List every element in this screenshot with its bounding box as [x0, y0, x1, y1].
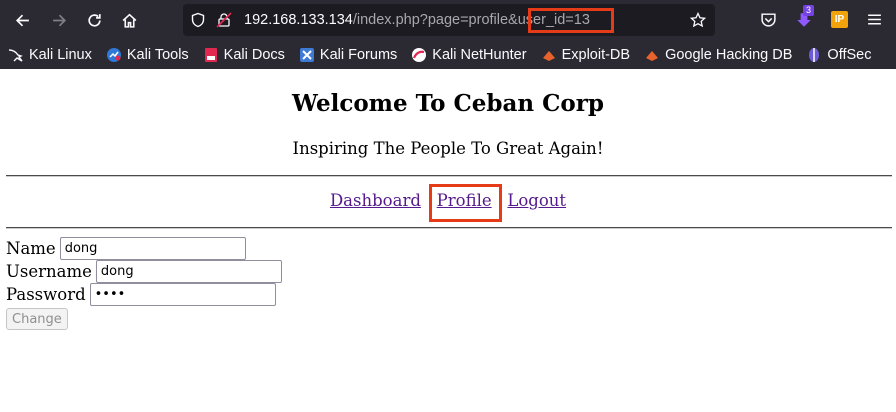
url-path: /index.php?page=profile&: [352, 12, 518, 28]
url-bar[interactable]: 192.168.133.134/index.php?page=profile&u…: [183, 4, 715, 36]
ghdb-icon: [644, 47, 660, 63]
bookmark-kali-linux[interactable]: Kali Linux: [8, 47, 92, 63]
pocket-icon[interactable]: [760, 11, 777, 28]
bookmark-offsec[interactable]: OffSec: [806, 47, 871, 63]
url-text: 192.168.133.134/index.php?page=profile&u…: [244, 4, 590, 36]
bookmark-label: Kali Linux: [29, 46, 92, 63]
username-label: Username: [6, 262, 92, 281]
exploit-db-icon: [541, 47, 557, 63]
extension-badge: 3: [803, 5, 815, 16]
bookmark-label: Kali Docs: [223, 46, 285, 63]
site-nav: Dashboard Profile Logout: [0, 191, 896, 210]
bottom-divider: [6, 227, 892, 229]
nav-link-profile[interactable]: Profile: [437, 191, 492, 210]
bookmark-kali-docs[interactable]: Kali Docs: [203, 47, 285, 63]
nav-link-logout[interactable]: Logout: [507, 191, 566, 210]
username-row: Username: [6, 260, 282, 283]
name-input[interactable]: [59, 237, 246, 260]
bookmark-label: Kali Forums: [319, 46, 398, 63]
page-tagline: Inspiring The People To Great Again!: [292, 139, 604, 158]
bookmark-label: Kali Tools: [126, 46, 189, 63]
url-host: 192.168.133.134: [244, 12, 353, 28]
kali-dragon-icon: [8, 47, 24, 63]
bookmark-star-icon[interactable]: [690, 12, 706, 28]
hamburger-menu-icon[interactable]: [866, 11, 883, 28]
bookmark-kali-tools[interactable]: Kali Tools: [106, 47, 189, 63]
bookmarks-toolbar: Kali Linux Kali Tools Kali Docs Kali For…: [0, 40, 896, 69]
home-button[interactable]: [114, 5, 144, 35]
top-divider: [6, 175, 892, 177]
page-title: Welcome To Ceban Corp: [292, 90, 604, 117]
name-row: Name: [6, 237, 246, 260]
bookmark-exploit-db[interactable]: Exploit-DB: [541, 46, 631, 63]
kali-forums-icon: [299, 47, 315, 63]
bookmark-label: Kali NetHunter: [432, 46, 527, 63]
reload-icon: [87, 13, 101, 27]
nethunter-icon: [411, 47, 427, 63]
kali-docs-icon: [203, 47, 219, 63]
shield-icon[interactable]: [190, 12, 206, 28]
browser-toolbar: 192.168.133.134/index.php?page=profile&u…: [0, 0, 896, 40]
nav-link-dashboard[interactable]: Dashboard: [330, 191, 421, 210]
bookmark-label: OffSec: [827, 46, 872, 63]
password-row: Password: [6, 283, 276, 306]
forward-button[interactable]: [44, 5, 74, 35]
bookmark-label: Exploit-DB: [561, 46, 631, 63]
password-label: Password: [6, 285, 86, 304]
insecure-connection-icon[interactable]: [216, 12, 232, 28]
bookmark-label: Google Hacking DB: [665, 46, 793, 63]
username-input[interactable]: [95, 260, 282, 283]
password-input[interactable]: [89, 283, 276, 306]
url-param-user-id: user_id=13: [517, 12, 590, 28]
offsec-icon: [806, 47, 822, 63]
back-arrow-icon: [15, 14, 29, 26]
home-icon: [122, 13, 136, 28]
bookmark-google-hacking-db[interactable]: Google Hacking DB: [644, 47, 792, 63]
reload-button[interactable]: [79, 5, 109, 35]
forward-arrow-icon: [52, 14, 66, 26]
bookmark-kali-forums[interactable]: Kali Forums: [299, 47, 397, 63]
name-label: Name: [6, 239, 56, 258]
change-button[interactable]: Change: [6, 308, 68, 330]
ip-extension-icon[interactable]: IP: [831, 11, 848, 28]
bookmark-kali-nethunter[interactable]: Kali NetHunter: [411, 46, 527, 63]
web-page: Welcome To Ceban Corp Inspiring The Peop…: [0, 69, 896, 412]
back-button[interactable]: [7, 5, 37, 35]
kali-tools-icon: [106, 47, 122, 63]
